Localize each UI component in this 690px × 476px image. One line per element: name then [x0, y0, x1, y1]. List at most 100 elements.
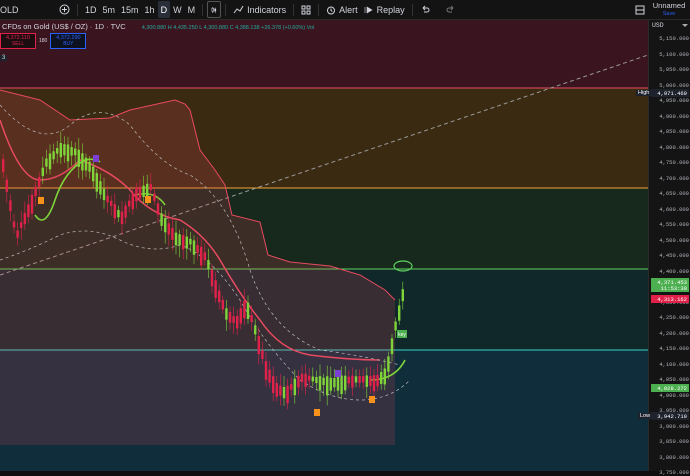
chart-type-button[interactable] — [207, 1, 222, 18]
interval-d-button[interactable]: D — [157, 1, 171, 18]
indicator-count[interactable]: 3 — [0, 55, 8, 61]
candle-body — [88, 161, 91, 172]
alert-button[interactable]: Alert — [323, 1, 361, 18]
candle-body — [365, 375, 368, 387]
alert-label: Alert — [339, 4, 358, 15]
price-tick-label: 3,850.000 — [659, 438, 689, 445]
high-value: 4,971.469 — [657, 89, 687, 97]
layout-grid-icon — [301, 5, 311, 14]
candle-body — [239, 308, 242, 324]
high-label: High — [636, 90, 652, 96]
signal-marker[interactable] — [145, 196, 151, 203]
price-tick-label: 4,700.000 — [659, 174, 689, 182]
candle-body — [376, 374, 379, 387]
candle-body — [171, 227, 174, 240]
alarm-clock-icon — [327, 6, 336, 14]
buy-button[interactable]: 4,372.290 BUY — [50, 33, 87, 49]
candle-body — [225, 308, 228, 320]
candle-body — [203, 252, 206, 260]
candle-body — [189, 238, 192, 245]
layout-name[interactable]: Unnamed Save — [648, 1, 690, 18]
price-tick-label: 4,500.000 — [659, 236, 689, 244]
redo-button[interactable] — [443, 1, 459, 18]
undo-button[interactable] — [417, 1, 433, 18]
signal-marker[interactable] — [38, 197, 44, 204]
price-tick-label: 4,750.000 — [659, 159, 689, 166]
currency-label[interactable]: USD — [652, 22, 664, 29]
candle-body — [358, 375, 361, 383]
sell-button[interactable]: 4,372.110 SELL — [0, 33, 36, 49]
candle-body — [200, 246, 203, 266]
currency-chevron-icon[interactable] — [682, 24, 688, 27]
signal-marker-purple[interactable] — [335, 370, 341, 377]
candle-body — [149, 184, 152, 191]
price-tick-label: 5,050.000 — [659, 66, 689, 73]
candle-body — [293, 378, 296, 396]
candle-body — [372, 375, 376, 392]
interval-w-button[interactable]: W — [170, 1, 185, 18]
green-ma-value: 4,028.272 — [657, 384, 687, 392]
price-tick-label: 4,600.000 — [659, 205, 689, 213]
interval-1d-button[interactable]: 1D — [82, 1, 100, 18]
chart-pane[interactable]: key CFDs on Gold (US$ / OZ) · 1D · TVC 4… — [0, 20, 648, 471]
replay-button[interactable]: Replay — [361, 1, 408, 18]
candle-body — [38, 177, 41, 187]
price-tick-label: 4,100.000 — [659, 360, 689, 368]
candle-body — [27, 204, 30, 218]
symbol-search[interactable]: OLD — [0, 0, 20, 19]
candle-body — [336, 376, 340, 391]
candle-body — [218, 290, 221, 303]
candle-body — [48, 153, 52, 170]
signal-marker-purple[interactable] — [93, 155, 99, 162]
candle-body — [164, 217, 167, 233]
candle-body — [113, 204, 116, 219]
divider — [202, 3, 204, 16]
divider — [293, 3, 295, 16]
candle-body — [300, 373, 304, 383]
candle-body — [117, 210, 120, 218]
candle-body — [275, 383, 278, 397]
interval-15m-button[interactable]: 15m — [118, 1, 142, 18]
interval-5m-button[interactable]: 5m — [100, 1, 119, 18]
candle-body — [383, 368, 386, 385]
top-toolbar: OLD 1D 5m 15m 1h D W M Indicators Alert … — [0, 0, 690, 20]
low-label: Low — [638, 413, 653, 419]
divider — [411, 3, 413, 16]
candle-body — [401, 289, 404, 302]
candle-body — [264, 361, 268, 380]
current-price-time: 11:53:38 — [660, 285, 687, 292]
price-tick-label: 4,150.000 — [659, 345, 689, 352]
candle-body — [23, 213, 26, 225]
candle-body — [102, 188, 106, 201]
price-tick-label: 4,250.000 — [659, 314, 689, 321]
layout-menu-button[interactable] — [632, 1, 648, 18]
divider — [225, 3, 227, 16]
candle-body — [178, 234, 181, 246]
high-badge: 4,971.469 — [651, 89, 689, 97]
candle-body — [9, 200, 12, 212]
candle-body — [390, 338, 394, 355]
price-axis[interactable]: USD 5,150.000 5,100.000 5,050.000 5,000.000… — [648, 20, 690, 476]
add-symbol-button[interactable] — [56, 1, 73, 18]
candle-body — [66, 144, 70, 162]
layout-grid-button[interactable] — [298, 1, 314, 18]
candle-body — [34, 186, 37, 197]
indicators-button[interactable]: Indicators — [230, 1, 289, 18]
candle-body — [63, 144, 66, 156]
candle-body — [268, 369, 271, 383]
low-value: 3,942.710 — [657, 412, 687, 420]
interval-m-button[interactable]: M — [185, 1, 199, 18]
candle-body — [354, 376, 358, 383]
price-chart[interactable]: key — [0, 20, 648, 471]
key-marker-label: key — [398, 332, 406, 338]
interval-label: W — [173, 4, 182, 15]
low-badge: 3,942.710 — [651, 412, 689, 420]
candle-body — [16, 230, 19, 238]
candle-body — [322, 377, 325, 385]
signal-marker[interactable] — [369, 396, 375, 403]
signal-marker[interactable] — [314, 409, 320, 416]
candle-body — [138, 186, 142, 199]
interval-1h-button[interactable]: 1h — [142, 1, 158, 18]
candle-body — [45, 158, 48, 167]
candles-icon — [211, 6, 217, 13]
